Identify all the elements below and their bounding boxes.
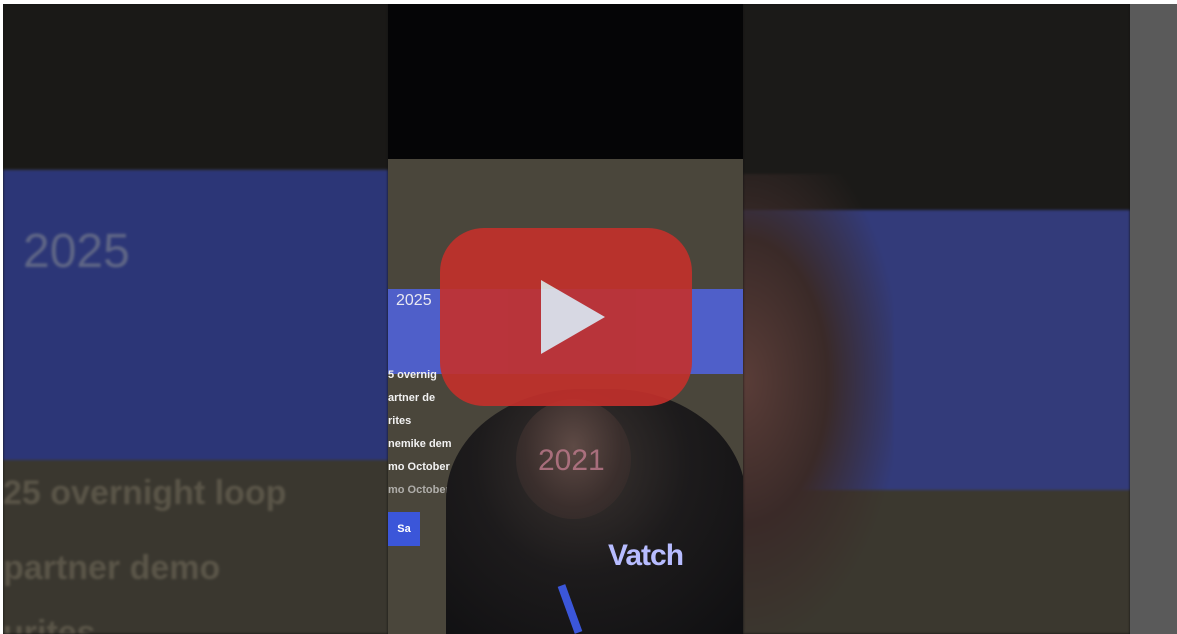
blurred-backdrop-right — [743, 4, 1130, 634]
frame-list-item: 5 overnig — [388, 369, 437, 381]
frame-year: 2025 — [396, 292, 432, 309]
frame-list-item: mo October — [388, 461, 450, 473]
frame-list-item: nemike dem — [388, 438, 452, 450]
frame-list-item: rites — [388, 415, 412, 427]
backdrop-person — [743, 174, 893, 634]
frame-brand-text: Vatch — [608, 539, 684, 572]
frame-list-item: artner de — [388, 392, 436, 404]
backdrop-blue-band — [3, 170, 388, 460]
scrollbar[interactable] — [1130, 4, 1177, 634]
play-icon — [541, 280, 605, 354]
frame-sky — [388, 4, 743, 159]
frame-reflection-text: 2021 — [538, 444, 605, 477]
play-button[interactable] — [440, 228, 692, 406]
video-player[interactable]: 2025 25 overnight loop partner demo urit… — [3, 4, 1130, 634]
backdrop-sky — [3, 4, 388, 169]
blurred-backdrop-left: 2025 25 overnight loop partner demo urit… — [3, 4, 388, 634]
backdrop-line: 25 overnight loop — [3, 474, 287, 512]
backdrop-year: 2025 — [23, 225, 130, 278]
frame-screen-button: Sa — [388, 512, 420, 546]
backdrop-line: partner demo — [3, 549, 221, 587]
backdrop-line: urites — [3, 614, 96, 634]
frame-list-item: mo October — [388, 484, 450, 496]
